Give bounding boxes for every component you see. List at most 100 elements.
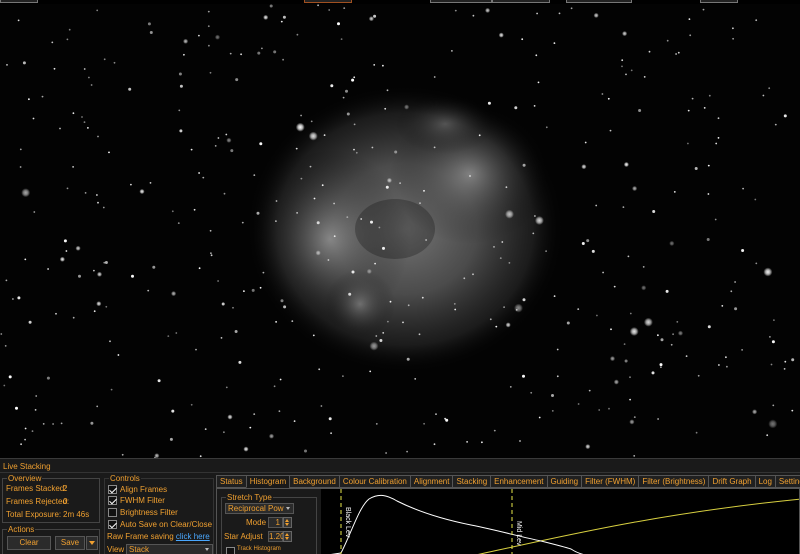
stretch-type-select[interactable]: Reciprocal Pow — [225, 503, 294, 514]
star — [149, 182, 152, 184]
star — [718, 364, 720, 366]
star — [687, 109, 690, 112]
clear-button[interactable]: Clear — [7, 536, 51, 550]
tab-log[interactable]: Log — [754, 475, 775, 488]
auto-save-checkbox[interactable] — [108, 520, 117, 529]
toolbar-field[interactable] — [492, 0, 550, 3]
tab-guiding[interactable]: Guiding — [546, 475, 582, 488]
star — [275, 220, 277, 223]
star — [633, 455, 636, 457]
toolbar-field[interactable] — [430, 0, 492, 3]
star — [613, 285, 616, 288]
brightness-filter-checkbox[interactable] — [108, 508, 117, 517]
star — [375, 423, 378, 425]
star — [366, 268, 372, 274]
tab-filter-brightness[interactable]: Filter (Brightness) — [638, 475, 709, 488]
star — [235, 78, 239, 82]
tab-colour-calibration[interactable]: Colour Calibration — [338, 475, 410, 488]
star — [340, 38, 343, 40]
star — [275, 321, 277, 323]
tab-status[interactable]: Status — [216, 475, 246, 488]
star — [263, 14, 269, 20]
star — [697, 374, 700, 377]
star — [675, 53, 677, 55]
star — [278, 410, 281, 413]
view-select[interactable]: Stack — [126, 544, 213, 554]
chevron-down-icon — [89, 540, 95, 545]
tab-settings[interactable]: Settings — [774, 475, 800, 488]
star — [351, 270, 355, 274]
star — [369, 370, 372, 373]
star — [171, 409, 175, 413]
star — [598, 409, 601, 411]
nebula-image — [0, 4, 800, 458]
star — [725, 356, 727, 359]
align-frames-checkbox[interactable] — [108, 485, 117, 494]
star — [321, 184, 324, 187]
star — [353, 123, 356, 126]
toolbar-button[interactable] — [304, 0, 352, 3]
star — [253, 413, 256, 415]
star — [225, 133, 228, 136]
star — [677, 330, 684, 336]
star — [280, 20, 283, 23]
star — [404, 104, 410, 110]
track-histogram-checkbox[interactable] — [226, 547, 235, 554]
star-adjust-input[interactable]: 1.20 — [268, 531, 285, 542]
star — [651, 371, 655, 375]
star — [632, 185, 638, 192]
star — [373, 14, 377, 18]
star — [83, 121, 86, 123]
toolbar-field[interactable] — [566, 0, 632, 3]
star — [51, 41, 54, 44]
star — [601, 93, 604, 95]
star — [17, 296, 21, 300]
tab-alignment[interactable]: Alignment — [409, 475, 453, 488]
star-adjust-spinner[interactable] — [283, 531, 292, 542]
star — [78, 274, 81, 278]
star — [113, 61, 116, 64]
star — [214, 34, 221, 40]
star — [83, 68, 86, 70]
save-dropdown-button[interactable] — [86, 536, 98, 550]
save-button[interactable]: Save — [55, 536, 85, 550]
toolbar-button[interactable] — [0, 0, 38, 3]
star — [714, 218, 717, 221]
star — [171, 210, 174, 213]
mode-spinner[interactable] — [283, 517, 292, 528]
fwhm-filter-checkbox[interactable] — [108, 496, 117, 505]
star — [481, 441, 483, 444]
star — [226, 137, 232, 143]
star — [346, 216, 349, 219]
tab-background[interactable]: Background — [289, 475, 339, 488]
star — [88, 76, 90, 79]
star — [0, 333, 3, 335]
star — [732, 37, 734, 40]
star — [96, 271, 103, 277]
star — [707, 193, 710, 195]
star — [791, 409, 794, 412]
histogram-plot[interactable]: Black Lev Mid Lev — [321, 489, 799, 554]
controls-group: Controls Align Frames FWHM Filter Bright… — [104, 474, 214, 554]
tab-enhancement[interactable]: Enhancement — [490, 475, 547, 488]
star — [230, 149, 234, 153]
star — [522, 374, 525, 378]
tab-drift-graph[interactable]: Drift Graph — [708, 475, 755, 488]
star — [423, 422, 425, 425]
star — [423, 190, 425, 192]
image-viewport[interactable] — [0, 4, 800, 458]
star — [519, 440, 521, 442]
tab-histogram[interactable]: Histogram — [245, 475, 290, 488]
mode-input[interactable]: 1 — [268, 517, 283, 528]
tab-stacking[interactable]: Stacking — [452, 475, 491, 488]
star — [375, 335, 378, 337]
star — [742, 187, 744, 190]
star — [643, 317, 653, 327]
raw-frame-link[interactable]: click here — [176, 532, 210, 541]
star — [624, 359, 628, 363]
frames-stacked-label: Frames Stacked: — [6, 484, 67, 493]
star — [3, 384, 6, 387]
tab-filter-fwhm[interactable]: Filter (FWHM) — [581, 475, 639, 488]
star — [295, 147, 298, 150]
toolbar-field[interactable] — [700, 0, 738, 3]
